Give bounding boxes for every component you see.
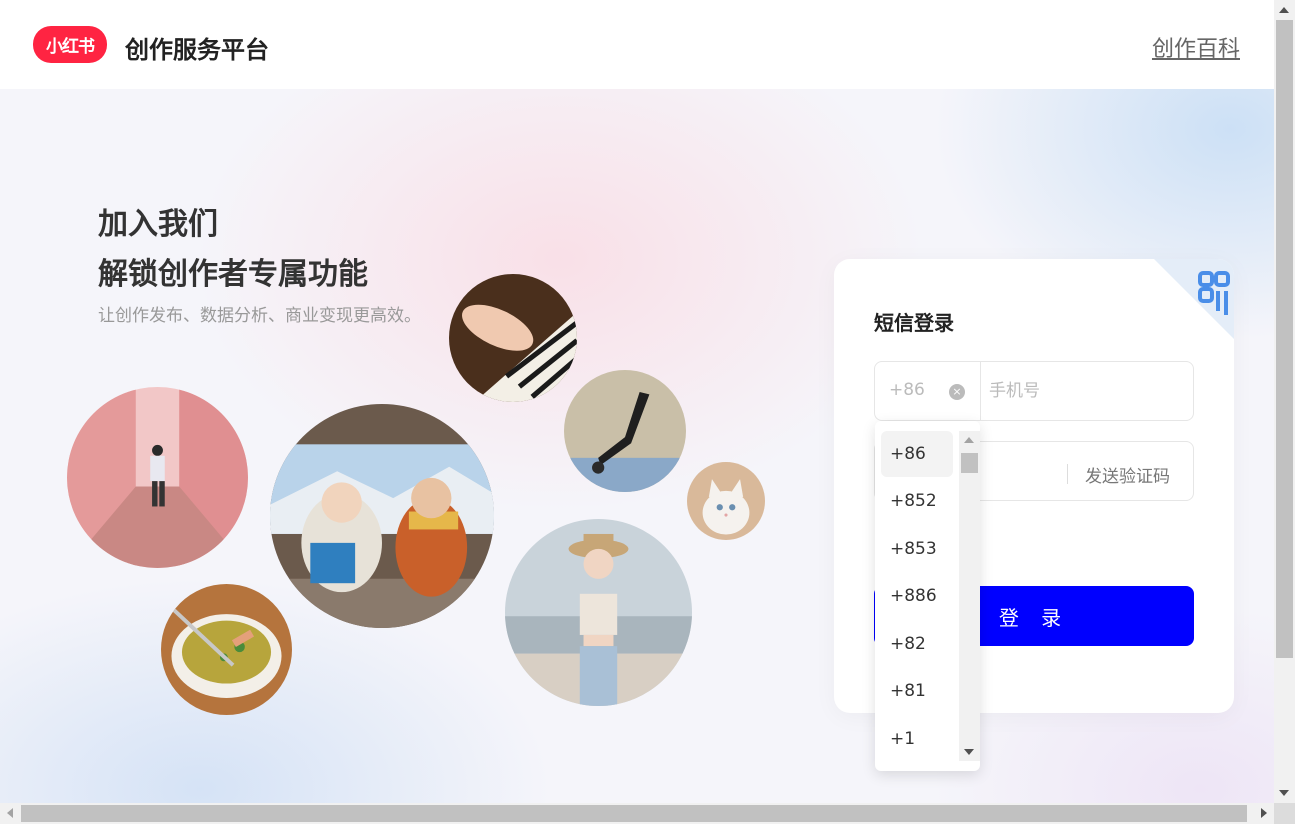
main-area: 加入我们 解锁创作者专属功能 让创作发布、数据分析、商业变现更高效。 短信登录 … <box>0 89 1274 803</box>
street-photo <box>67 387 248 568</box>
country-code-option[interactable]: +81 <box>881 668 953 714</box>
phone-input[interactable] <box>981 362 1191 420</box>
scrollbar-corner <box>1274 803 1295 824</box>
country-code-option[interactable]: +853 <box>881 526 953 572</box>
country-code-select[interactable]: +86 <box>889 380 925 400</box>
piano-photo <box>449 274 577 402</box>
sms-login-title: 短信登录 <box>874 311 954 335</box>
country-code-option[interactable]: +82 <box>881 621 953 667</box>
scroll-down-icon[interactable] <box>964 749 974 755</box>
qr-code-icon[interactable] <box>1154 259 1234 339</box>
hero-heading-line2: 解锁创作者专属功能 <box>98 257 368 292</box>
platform-title: 创作服务平台 <box>125 36 269 64</box>
country-code-option[interactable]: +852 <box>881 478 953 524</box>
horizontal-scroll-thumb[interactable] <box>21 805 1247 822</box>
scroll-down-icon[interactable] <box>1279 790 1289 796</box>
clear-circle-icon[interactable]: × <box>949 384 965 400</box>
friends-photo <box>270 404 494 628</box>
food-photo <box>161 584 292 715</box>
beach-photo <box>505 519 692 706</box>
cat-photo <box>687 462 765 540</box>
scroll-up-icon[interactable] <box>1279 7 1289 13</box>
dropdown-scrollbar[interactable] <box>959 431 980 761</box>
horizontal-scrollbar[interactable] <box>0 803 1274 824</box>
scroll-up-icon[interactable] <box>964 437 974 443</box>
phone-row: +86 × <box>874 361 1194 421</box>
hero-subtitle: 让创作发布、数据分析、商业变现更高效。 <box>98 306 421 326</box>
vertical-scroll-thumb[interactable] <box>1276 20 1293 658</box>
yoga-photo <box>564 370 686 492</box>
country-code-option[interactable]: +1 <box>881 716 953 762</box>
country-code-option[interactable]: +86 <box>881 431 953 477</box>
country-code-option[interactable]: +886 <box>881 573 953 619</box>
sms-divider <box>1067 464 1068 484</box>
xiaohongshu-logo[interactable]: 小红书 <box>33 26 107 63</box>
scroll-right-icon[interactable] <box>1261 808 1267 818</box>
country-code-dropdown: +86 +852 +853 +886 +82 +81 +1 <box>875 421 980 771</box>
header: 小红书 创作服务平台 创作百科 <box>0 0 1274 89</box>
vertical-scrollbar[interactable] <box>1274 0 1295 803</box>
scroll-left-icon[interactable] <box>7 808 13 818</box>
send-code-button[interactable]: 发送验证码 <box>1085 462 1170 487</box>
hero-heading-line1: 加入我们 <box>98 207 218 242</box>
creation-wiki-link[interactable]: 创作百科 <box>1152 31 1240 63</box>
dropdown-scroll-thumb[interactable] <box>961 453 978 473</box>
